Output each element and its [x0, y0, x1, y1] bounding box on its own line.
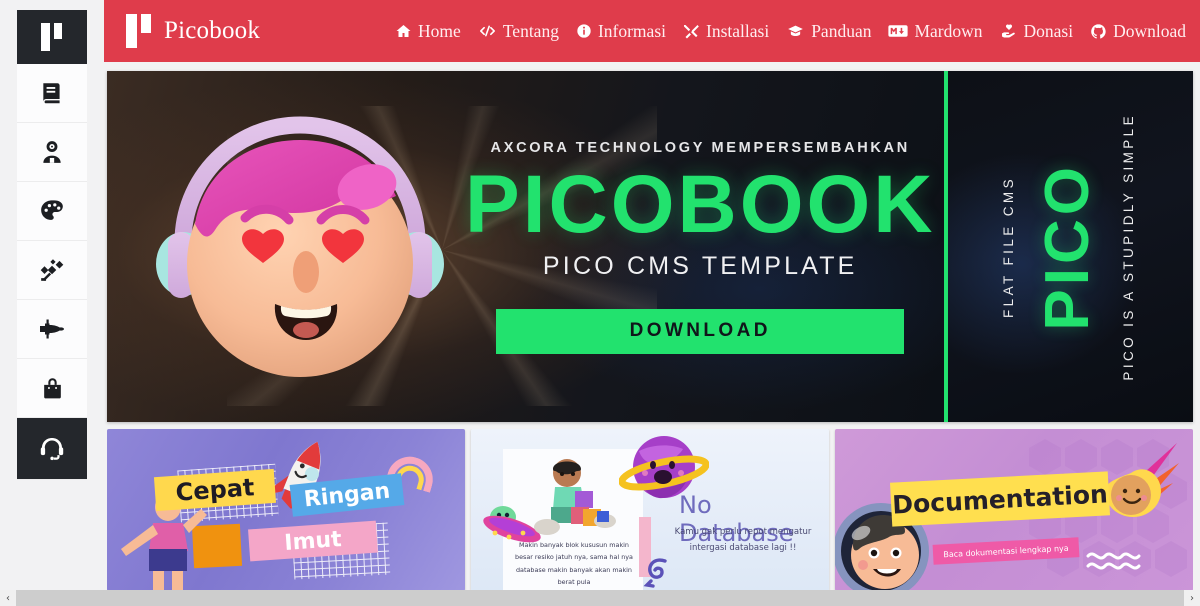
main-nav: Home Tentang Informasi Installasi Pandua…: [395, 21, 1186, 42]
satellite-icon: [39, 257, 65, 283]
horizontal-scrollbar[interactable]: ‹ ›: [0, 590, 1200, 606]
hero-tagline-text: PICO IS A STUPIDLY SIMPLE: [1121, 112, 1137, 381]
sidebar-item-logo[interactable]: [17, 10, 87, 64]
scroll-left-arrow[interactable]: ‹: [0, 590, 16, 606]
nav-label: Informasi: [597, 20, 666, 41]
hero-left-panel: AXCORA TECHNOLOGY MEMPERSEMBAHKAN PICOBO…: [107, 71, 944, 422]
nav-label: Tentang: [502, 20, 559, 41]
top-header: Picobook Home Tentang Informasi Installa…: [104, 0, 1200, 62]
code-icon: [478, 23, 497, 39]
hero-pico-text: PICO: [1033, 162, 1103, 331]
hand-holding-heart-icon: [1000, 23, 1018, 39]
nav-item-mardown[interactable]: Mardown: [888, 20, 983, 42]
card2-body-text: Makin banyak blok kususun makin besar re…: [515, 541, 633, 587]
sidebar-item-support[interactable]: [17, 418, 87, 480]
card-documentation[interactable]: Documentation Baca dokumentasi lengkap n…: [835, 429, 1193, 591]
sidebar-item-palette[interactable]: [17, 182, 87, 241]
sidebar-item-shuttle[interactable]: [17, 300, 87, 359]
home-icon: [395, 23, 412, 39]
wavy-line-decoration: [1085, 548, 1147, 577]
download-button[interactable]: DOWNLOAD: [496, 308, 905, 354]
info-circle-icon: [576, 23, 592, 39]
nav-item-tentang[interactable]: Tentang: [478, 21, 559, 42]
nav-label: Installasi: [706, 20, 770, 41]
hero-subtitle: PICO CMS TEMPLATE: [542, 251, 858, 280]
nav-label: Download: [1113, 20, 1186, 41]
palette-icon: [39, 198, 65, 224]
nav-item-donasi[interactable]: Donasi: [1000, 20, 1074, 42]
brand[interactable]: Picobook: [126, 14, 260, 48]
sidebar-item-shop[interactable]: [17, 359, 87, 418]
shopping-bag-icon: [40, 375, 65, 401]
nav-item-informasi[interactable]: Informasi: [576, 21, 666, 42]
scroll-right-arrow[interactable]: ›: [1184, 590, 1200, 606]
left-sidebar: [0, 0, 104, 591]
squiggle-decoration: [643, 555, 677, 591]
graduation-cap-icon: [786, 23, 805, 39]
hero-copy: AXCORA TECHNOLOGY MEMPERSEMBAHKAN PICOBO…: [465, 71, 953, 422]
sidebar-item-user[interactable]: [17, 123, 87, 182]
tools-icon: [683, 23, 700, 39]
card-no-database[interactable]: No Database Kamu gak perlu repot mengatu…: [471, 429, 829, 591]
markdown-icon: [888, 24, 909, 38]
headset-icon: [37, 435, 67, 463]
hero-banner: AXCORA TECHNOLOGY MEMPERSEMBAHKAN PICOBO…: [107, 71, 1193, 422]
scrollbar-track[interactable]: [16, 590, 1184, 606]
nav-item-panduan[interactable]: Panduan: [786, 21, 871, 42]
nav-label: Mardown: [914, 20, 983, 41]
sidebar-item-book[interactable]: [17, 64, 87, 123]
emoji-heart-eyes-headphones-icon: [135, 82, 465, 412]
card-cepat-ringan-imut[interactable]: Cepat Ringan Imut: [107, 429, 465, 591]
github-icon: [1090, 23, 1107, 40]
book-icon: [39, 80, 65, 106]
nav-item-installasi[interactable]: Installasi: [683, 21, 769, 42]
page-root: Picobook Home Tentang Informasi Installa…: [0, 0, 1200, 606]
nav-label: Donasi: [1023, 20, 1074, 41]
hero-kicker: AXCORA TECHNOLOGY MEMPERSEMBAHKAN: [490, 139, 910, 156]
picobook-logo-icon: [126, 14, 151, 48]
hero-right-panel: FLAT FILE CMS PICO PICO IS A STUPIDLY SI…: [948, 71, 1193, 422]
user-astronaut-icon: [39, 139, 65, 165]
kid-blocks-icon: [531, 457, 627, 542]
picobook-logo-icon: [35, 21, 69, 53]
brand-name: Picobook: [164, 17, 261, 44]
space-shuttle-icon: [38, 317, 66, 341]
hero-flat-file-cms-text: FLAT FILE CMS: [1001, 175, 1017, 318]
hero-title: PICOBOOK: [465, 158, 936, 250]
nav-label: Panduan: [811, 20, 872, 41]
card2-caption: Kamu gak perlu repot mengatur intergasi …: [674, 527, 812, 553]
nav-label: Home: [418, 20, 461, 41]
nav-item-download[interactable]: Download: [1090, 21, 1186, 42]
feature-card-row: Cepat Ringan Imut No Database Kamu gak p…: [107, 429, 1193, 591]
sidebar-item-satellite[interactable]: [17, 241, 87, 300]
nav-item-home[interactable]: Home: [395, 21, 461, 42]
